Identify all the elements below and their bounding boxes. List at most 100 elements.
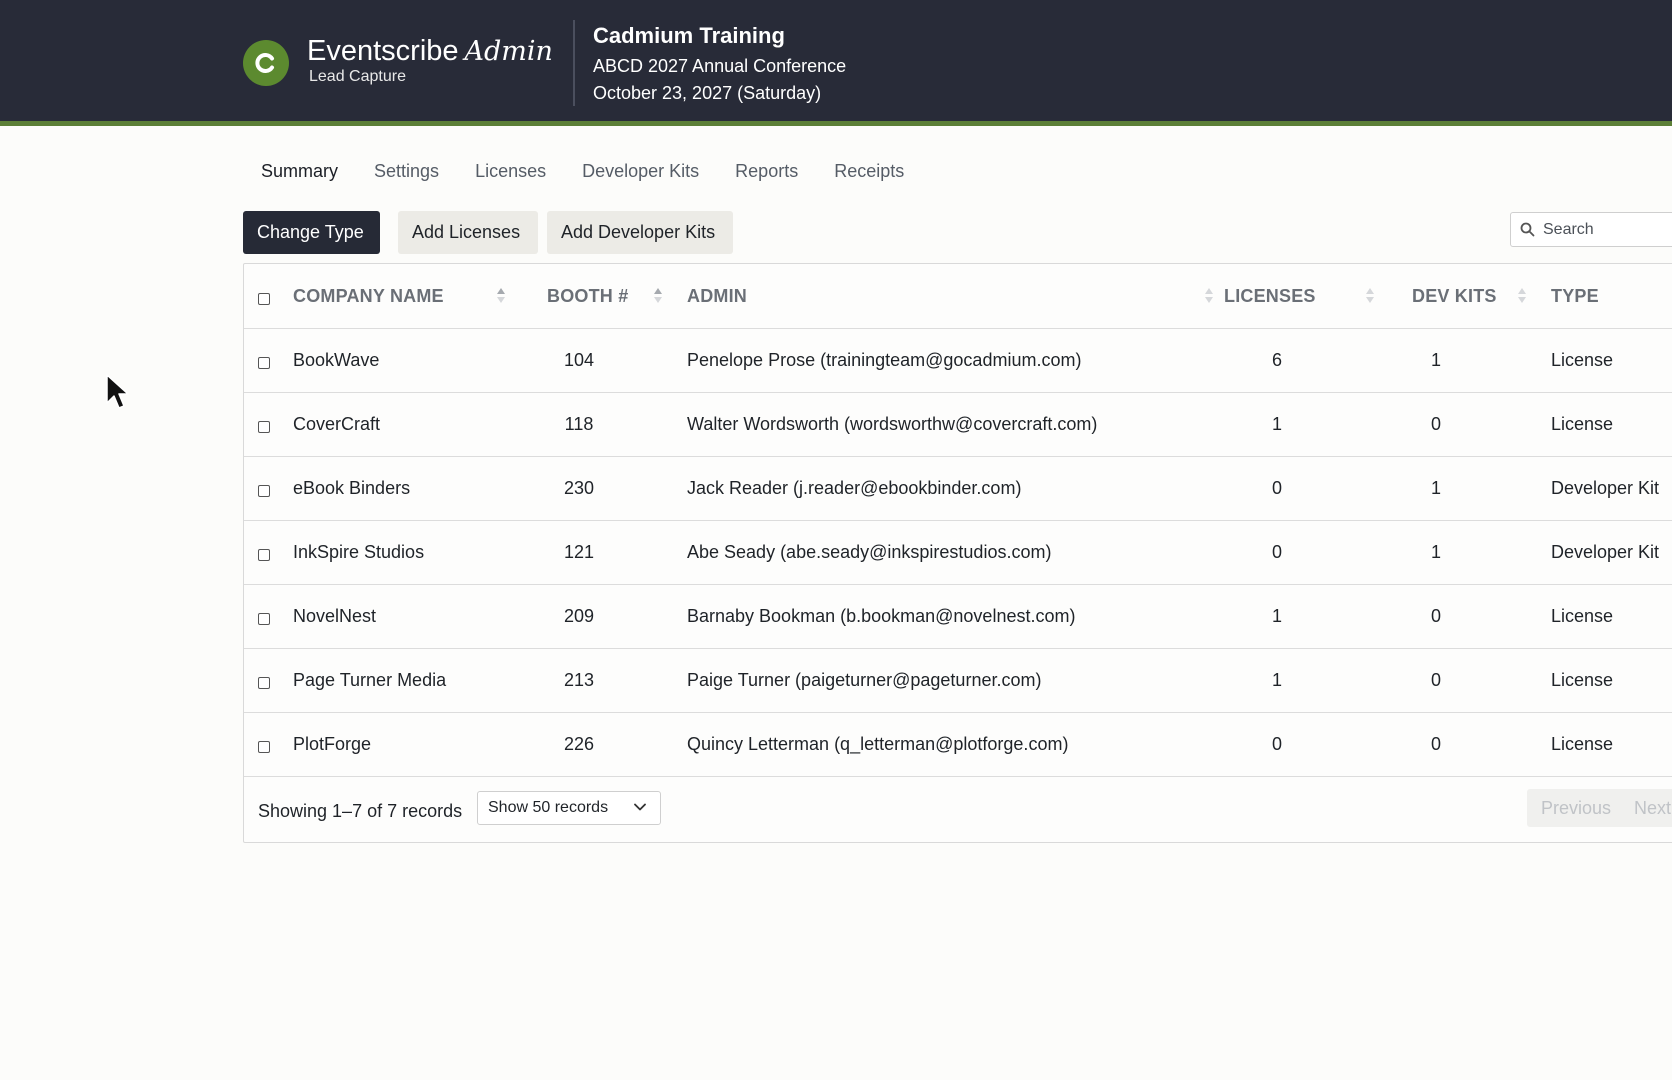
dev-kits-count: 0 — [1430, 606, 1441, 626]
next-button[interactable]: Next — [1634, 789, 1671, 827]
event-date: October 23, 2027 (Saturday) — [593, 83, 822, 103]
dev-kits-count: 0 — [1430, 414, 1441, 434]
column-header-admin[interactable]: ADMIN — [687, 264, 747, 328]
table-header-row: COMPANY NAME BOOTH # ADMIN LICENSES DEV … — [244, 264, 1672, 329]
sort-icon[interactable] — [1366, 288, 1374, 306]
row-checkbox[interactable] — [258, 549, 270, 561]
booth-number: 230 — [563, 478, 595, 498]
dev-kits-count: 1 — [1430, 350, 1441, 370]
booth-number: 104 — [563, 350, 595, 370]
company-name: eBook Binders — [293, 478, 411, 498]
event-title: Cadmium Training — [593, 23, 785, 48]
brand-name: Eventscribe Admin — [307, 34, 553, 69]
page-size-select[interactable]: Show 50 records — [477, 791, 661, 825]
licenses-count: 0 — [1271, 478, 1282, 498]
tab-developer-kits[interactable]: Developer Kits — [582, 160, 699, 182]
dev-kits-count: 0 — [1430, 734, 1441, 754]
table-row[interactable]: Page Turner Media 213 Paige Turner (paig… — [244, 648, 1672, 713]
select-all-checkbox[interactable] — [258, 293, 270, 305]
change-type-button[interactable]: Change Type — [243, 211, 380, 254]
page-size-value: Show 50 records — [488, 799, 609, 816]
admin-contact: Barnaby Bookman (b.bookman@novelnest.com… — [687, 606, 1076, 626]
search-placeholder: Search — [1543, 221, 1594, 238]
company-name: PlotForge — [293, 734, 372, 754]
tab-summary[interactable]: Summary — [261, 160, 338, 182]
dev-kits-count: 1 — [1430, 542, 1441, 562]
booth-number: 118 — [564, 414, 594, 434]
licenses-count: 0 — [1271, 542, 1282, 562]
tab-licenses[interactable]: Licenses — [475, 160, 546, 182]
company-name: Page Turner Media — [293, 670, 447, 690]
table-row[interactable]: eBook Binders 230 Jack Reader (j.reader@… — [244, 456, 1672, 521]
search-input[interactable]: Search — [1510, 212, 1672, 247]
dev-kits-count: 1 — [1430, 478, 1441, 498]
sort-icon[interactable] — [1205, 288, 1213, 306]
admin-contact: Paige Turner (paigeturner@pageturner.com… — [687, 670, 1042, 690]
tab-reports[interactable]: Reports — [735, 160, 798, 182]
licenses-count: 1 — [1271, 670, 1282, 690]
type-value: Developer Kit — [1551, 542, 1660, 562]
table-row[interactable]: NovelNest 209 Barnaby Bookman (b.bookman… — [244, 584, 1672, 649]
licenses-count: 1 — [1271, 606, 1282, 626]
admin-contact: Penelope Prose (trainingteam@gocadmium.c… — [687, 350, 1082, 370]
row-checkbox[interactable] — [258, 613, 270, 625]
app-header: Eventscribe Admin Lead Capture Cadmium Tr… — [0, 0, 1672, 126]
logo-c-icon — [255, 53, 274, 73]
type-value: License — [1551, 414, 1614, 434]
company-name: InkSpire Studios — [293, 542, 425, 562]
type-value: License — [1551, 734, 1614, 754]
column-header-dev-kits[interactable]: DEV KITS — [1412, 264, 1497, 328]
sort-icon[interactable] — [497, 288, 505, 306]
type-value: License — [1551, 350, 1614, 370]
event-name: ABCD 2027 Annual Conference — [593, 56, 847, 76]
mouse-cursor-icon — [106, 374, 129, 409]
tab-settings[interactable]: Settings — [374, 160, 439, 182]
previous-button[interactable]: Previous — [1541, 789, 1611, 827]
table-row[interactable]: PlotForge 226 Quincy Letterman (q_letter… — [244, 712, 1672, 777]
chevron-down-icon — [634, 803, 646, 811]
tab-receipts[interactable]: Receipts — [834, 160, 904, 182]
table-row[interactable]: InkSpire Studios 121 Abe Seady (abe.sead… — [244, 520, 1672, 585]
admin-contact: Walter Wordsworth (wordsworthw@covercraf… — [687, 414, 1098, 434]
companies-table: COMPANY NAME BOOTH # ADMIN LICENSES DEV … — [243, 263, 1672, 843]
add-developer-kits-button[interactable]: Add Developer Kits — [547, 211, 733, 254]
dev-kits-count: 0 — [1430, 670, 1441, 690]
admin-contact: Jack Reader (j.reader@ebookbinder.com) — [687, 478, 1022, 498]
tab-bar: Summary Settings Licenses Developer Kits… — [261, 160, 940, 182]
table-row[interactable]: CoverCraft 118 Walter Wordsworth (wordsw… — [244, 392, 1672, 457]
booth-number: 121 — [563, 542, 595, 562]
booth-number: 213 — [563, 670, 595, 690]
column-header-booth[interactable]: BOOTH # — [547, 264, 628, 328]
booth-number: 209 — [563, 606, 595, 626]
licenses-count: 0 — [1271, 734, 1282, 754]
company-name: BookWave — [293, 350, 380, 370]
row-checkbox[interactable] — [258, 741, 270, 753]
add-licenses-button[interactable]: Add Licenses — [398, 211, 538, 254]
licenses-count: 1 — [1271, 414, 1282, 434]
booth-number: 226 — [563, 734, 595, 754]
row-checkbox[interactable] — [258, 485, 270, 497]
pagination: Previous Next — [1527, 789, 1672, 827]
search-icon — [1520, 222, 1535, 237]
licenses-count: 6 — [1271, 350, 1282, 370]
company-name: NovelNest — [293, 606, 377, 626]
sort-icon[interactable] — [654, 288, 662, 306]
column-header-type[interactable]: TYPE — [1551, 264, 1599, 328]
sort-icon[interactable] — [1518, 288, 1526, 306]
row-checkbox[interactable] — [258, 677, 270, 689]
brand-subtitle: Lead Capture — [309, 68, 406, 85]
row-checkbox[interactable] — [258, 421, 270, 433]
brand-title: Eventscribe — [307, 35, 459, 67]
type-value: License — [1551, 670, 1614, 690]
column-header-licenses[interactable]: LICENSES — [1224, 264, 1316, 328]
records-summary: Showing 1–7 of 7 records — [258, 801, 463, 821]
row-checkbox[interactable] — [258, 357, 270, 369]
type-value: Developer Kit — [1551, 478, 1660, 498]
type-value: License — [1551, 606, 1614, 626]
column-header-company[interactable]: COMPANY NAME — [293, 264, 444, 328]
header-divider — [573, 20, 575, 106]
company-name: CoverCraft — [293, 414, 381, 434]
logo-icon[interactable] — [243, 40, 289, 86]
admin-contact: Quincy Letterman (q_letterman@plotforge.… — [687, 734, 1069, 754]
table-row[interactable]: BookWave 104 Penelope Prose (trainingtea… — [244, 328, 1672, 393]
